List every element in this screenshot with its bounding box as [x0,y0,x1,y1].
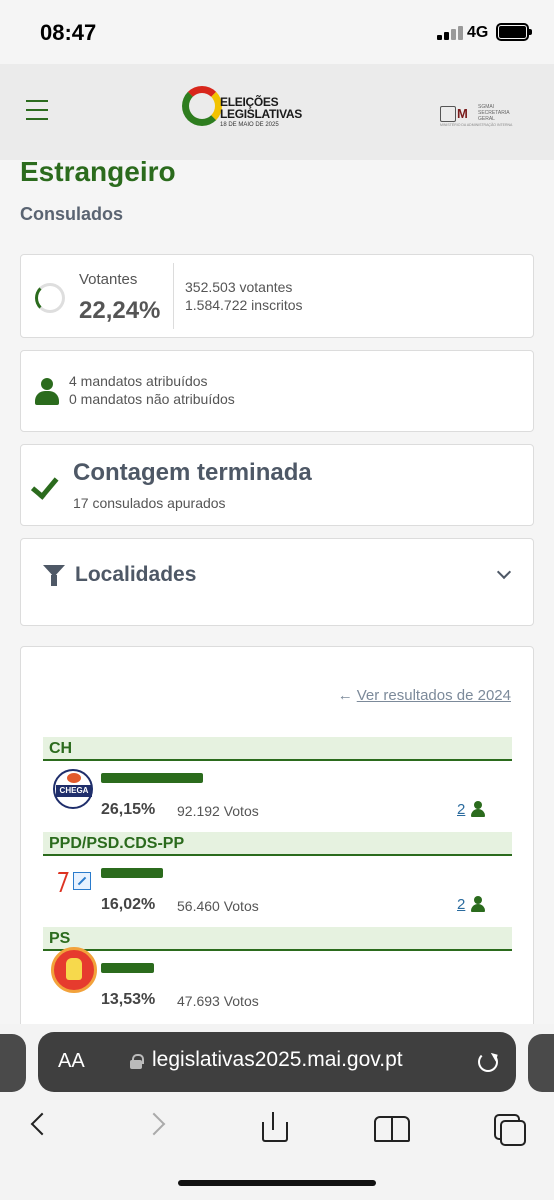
person-icon [471,801,485,817]
party-header: CH [43,737,512,761]
party-percent: 16,02% [101,896,156,913]
share-icon[interactable] [260,1112,288,1142]
psd-cds-logo-icon [51,862,93,908]
status-bar: 08:47 4G [0,0,554,64]
votantes-label: Votantes [79,271,138,288]
party-row[interactable]: PPD/PSD.CDS-PP 16,02% 56.460 Votos 2 [43,832,512,927]
chevron-down-icon[interactable] [496,564,512,580]
party-row[interactable]: CH CHEGA 26,15% 92.192 Votos 2 [43,737,512,832]
party-votes: 92.192 Votos [177,803,259,819]
results-card: ← Ver resultados de 2024 CH CHEGA 26,15% … [20,646,534,1046]
check-icon [33,471,63,495]
reload-icon[interactable] [478,1052,498,1072]
clock: 08:47 [40,20,97,45]
logo-ring-icon [182,86,222,126]
vote-share-bar [101,963,154,973]
count-status-title: Contagem terminada [73,459,312,486]
mandates-assigned: 4 mandatos atribuídos [69,373,208,389]
localidades-label: Localidades [75,563,197,586]
arrow-left-icon: ← [337,687,353,704]
voters-count: 352.503 votantes [185,279,293,295]
bookmarks-icon[interactable] [374,1112,410,1142]
battery-icon [496,23,532,41]
vote-share-bar [101,773,203,783]
votantes-card: Votantes 22,24% 352.503 votantes 1.584.7… [20,254,534,338]
vote-share-bar [101,868,163,878]
site-header: ELEIÇÕES LEGISLATIVAS 18 DE MAIO DE 2025… [0,64,554,160]
party-votes: 56.460 Votos [177,898,259,914]
forward-icon[interactable] [146,1112,164,1142]
previous-tab-peek[interactable] [0,1034,26,1092]
party-seats-link[interactable]: 2 [457,896,465,913]
mandates-unassigned: 0 mandatos não atribuídos [69,391,235,407]
tabs-icon[interactable] [494,1112,526,1146]
network-label: 4G [467,24,489,41]
party-name: PPD/PSD.CDS-PP [49,835,185,852]
party-seats-link[interactable]: 2 [457,801,465,818]
party-votes: 47.693 Votos [177,993,259,1009]
party-name: PS [49,930,71,947]
ps-logo-icon [51,947,97,993]
turnout-ring-icon [35,283,65,313]
home-indicator [178,1180,376,1186]
localidades-dropdown[interactable]: Localidades [20,538,534,626]
text-size-button[interactable]: AA [58,1050,85,1073]
lock-icon [130,1054,144,1069]
page-subtitle: Consulados [20,204,124,224]
page-title: Estrangeiro [20,156,176,187]
filter-icon [43,565,65,587]
divider [173,263,174,329]
registered-count: 1.584.722 inscritos [185,297,303,313]
chega-logo-icon: CHEGA [51,767,93,813]
person-icon [471,896,485,912]
elections-logo[interactable]: ELEIÇÕES LEGISLATIVAS 18 DE MAIO DE 2025 [182,84,302,140]
votantes-percent: 22,24% [79,297,161,324]
previous-results-link[interactable]: ← Ver resultados de 2024 [338,687,511,704]
next-tab-peek[interactable] [528,1034,554,1092]
party-header: PPD/PSD.CDS-PP [43,832,512,856]
coat-of-arms-icon [440,106,456,122]
address-bar[interactable]: AA legislativas2025.mai.gov.pt [38,1032,516,1092]
back-icon[interactable] [30,1112,48,1142]
person-icon [35,378,59,406]
party-percent: 13,53% [101,991,156,1008]
browser-toolbar: AA legislativas2025.mai.gov.pt [0,1024,554,1200]
signal-icon [437,26,465,40]
party-header: PS [43,927,512,951]
sgmai-logo[interactable]: M SGMAI SECRETARIA GERAL MINISTÉRIO DA A… [440,102,514,128]
party-percent: 26,15% [101,801,156,818]
count-status-detail: 17 consulados apurados [73,495,226,511]
menu-icon[interactable] [26,100,48,120]
url-text[interactable]: legislativas2025.mai.gov.pt [152,1048,403,1072]
mandatos-card: 4 mandatos atribuídos 0 mandatos não atr… [20,350,534,432]
party-name: CH [49,740,73,757]
count-status-card: Contagem terminada 17 consulados apurado… [20,444,534,526]
party-row[interactable]: PS 13,53% 47.693 Votos [43,927,512,1022]
